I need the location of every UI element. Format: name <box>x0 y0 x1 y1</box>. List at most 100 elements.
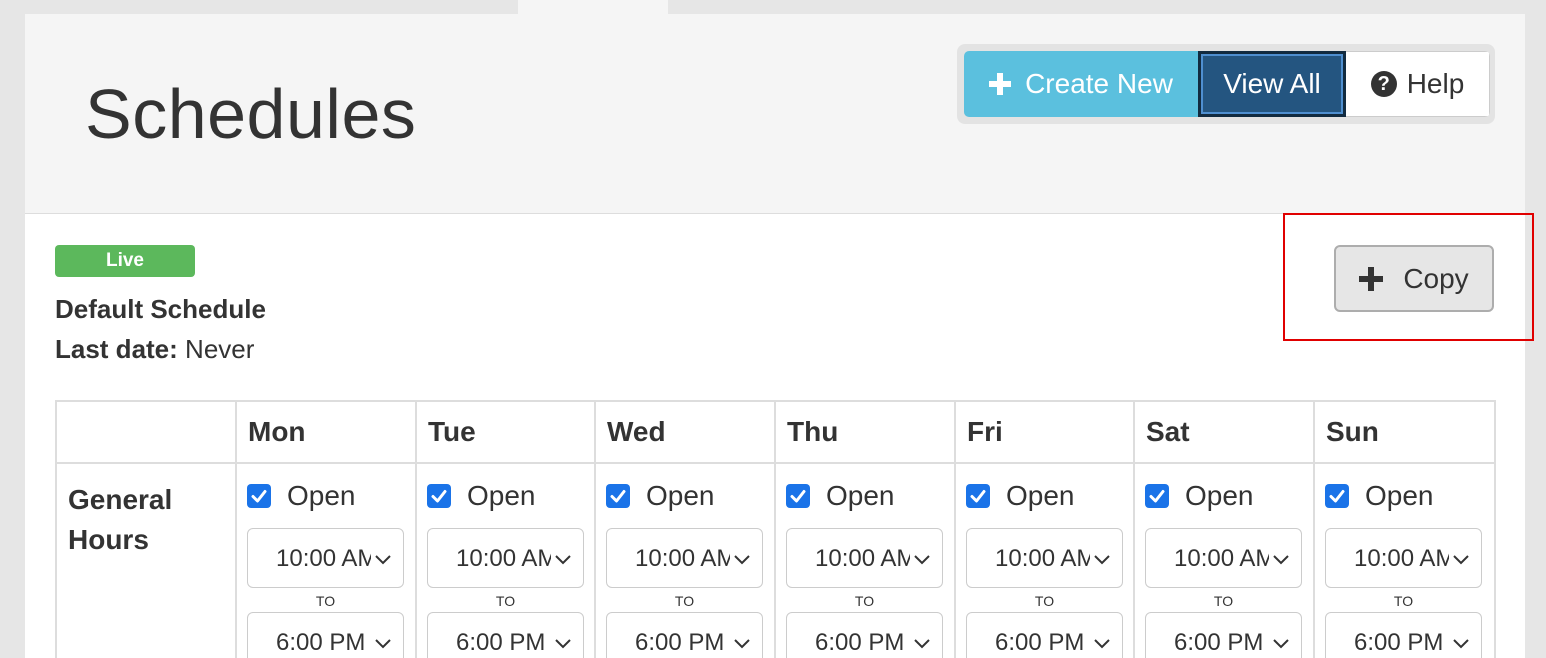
start-time-select[interactable]: 10:00 AM <box>786 528 943 588</box>
day-header: Sat <box>1133 400 1315 464</box>
end-time-select[interactable]: 6:00 PM <box>1145 612 1302 658</box>
open-label: Open <box>1185 480 1254 511</box>
end-time-value: 6:00 PM <box>995 629 1085 656</box>
open-label: Open <box>646 480 715 511</box>
day-cell: Open 10:00 AM TO 6:00 PM <box>954 462 1135 658</box>
open-toggle[interactable]: Open <box>427 480 584 512</box>
checkmark-icon[interactable] <box>606 484 630 508</box>
checkmark-icon[interactable] <box>1325 484 1349 508</box>
start-time-value: 10:00 AM <box>1354 545 1449 572</box>
day-cell: Open 10:00 AM TO 6:00 PM <box>1313 462 1496 658</box>
start-time-value: 10:00 AM <box>815 545 910 572</box>
start-time-select[interactable]: 10:00 AM <box>1145 528 1302 588</box>
open-toggle[interactable]: Open <box>1145 480 1303 512</box>
day-header: Mon <box>235 400 417 464</box>
end-time-select[interactable]: 6:00 PM <box>606 612 763 658</box>
end-time-value: 6:00 PM <box>635 629 725 656</box>
open-label: Open <box>1006 480 1075 511</box>
end-time-value: 6:00 PM <box>456 629 546 656</box>
chevron-down-icon <box>1273 555 1289 565</box>
plus-icon <box>989 73 1012 95</box>
chevron-down-icon <box>1094 555 1110 565</box>
corner-header <box>55 400 237 464</box>
start-time-value: 10:00 AM <box>456 545 551 572</box>
schedules-panel: Schedules Create New View All ? Help Liv… <box>25 14 1534 658</box>
open-label: Open <box>467 480 536 511</box>
toolbar-button-group: Create New View All ? Help <box>964 51 1490 117</box>
chevron-down-icon <box>914 555 930 565</box>
schedule-name: Default Schedule <box>55 294 266 324</box>
to-label: TO <box>315 593 336 609</box>
day-header: Tue <box>415 400 596 464</box>
to-label: TO <box>1034 593 1055 609</box>
checkmark-icon[interactable] <box>966 484 990 508</box>
chevron-down-icon <box>375 555 391 565</box>
open-label: Open <box>1365 480 1434 511</box>
create-new-button[interactable]: Create New <box>964 51 1198 117</box>
day-cell: Open 10:00 AM TO 6:00 PM <box>774 462 956 658</box>
help-label: Help <box>1406 68 1465 99</box>
day-cell: Open 10:00 AM TO 6:00 PM <box>594 462 776 658</box>
checkmark-icon[interactable] <box>786 484 810 508</box>
to-label: TO <box>854 593 875 609</box>
chevron-down-icon <box>1453 555 1469 565</box>
open-toggle[interactable]: Open <box>966 480 1123 512</box>
chevron-down-icon <box>1094 639 1110 649</box>
status-badge: Live <box>55 245 195 277</box>
start-time-select[interactable]: 10:00 AM <box>247 528 404 588</box>
day-cell: Open 10:00 AM TO 6:00 PM <box>235 462 417 658</box>
start-time-select[interactable]: 10:00 AM <box>427 528 584 588</box>
start-time-select[interactable]: 10:00 AM <box>606 528 763 588</box>
start-time-select[interactable]: 10:00 AM <box>1325 528 1482 588</box>
start-time-select[interactable]: 10:00 AM <box>966 528 1123 588</box>
chevron-down-icon <box>1273 639 1289 649</box>
chevron-down-icon <box>375 639 391 649</box>
checkmark-icon[interactable] <box>247 484 271 508</box>
checkmark-icon[interactable] <box>1145 484 1169 508</box>
end-time-select[interactable]: 6:00 PM <box>247 612 404 658</box>
open-toggle[interactable]: Open <box>247 480 405 512</box>
page-header: Schedules Create New View All ? Help <box>25 14 1525 214</box>
day-header: Wed <box>594 400 776 464</box>
schedule-table: Mon Tue Wed Thu Fri Sat Sun General Hour… <box>55 400 1496 658</box>
last-date-value: Never <box>185 334 255 364</box>
chevron-down-icon <box>734 555 750 565</box>
to-label: TO <box>1393 593 1414 609</box>
chevron-down-icon <box>555 555 571 565</box>
end-time-value: 6:00 PM <box>815 629 905 656</box>
day-header: Thu <box>774 400 956 464</box>
open-toggle[interactable]: Open <box>1325 480 1484 512</box>
view-all-button[interactable]: View All <box>1198 51 1346 117</box>
start-time-value: 10:00 AM <box>635 545 730 572</box>
copy-button[interactable]: Copy <box>1334 245 1494 312</box>
view-all-label: View All <box>1223 68 1321 99</box>
end-time-value: 6:00 PM <box>1174 629 1264 656</box>
day-header: Sun <box>1313 400 1496 464</box>
start-time-value: 10:00 AM <box>995 545 1090 572</box>
open-toggle[interactable]: Open <box>786 480 944 512</box>
day-cell: Open 10:00 AM TO 6:00 PM <box>1133 462 1315 658</box>
to-label: TO <box>1213 593 1234 609</box>
end-time-select[interactable]: 6:00 PM <box>1325 612 1482 658</box>
tab-notch <box>518 0 668 14</box>
last-date: Last date: Never <box>55 334 254 365</box>
chevron-down-icon <box>734 639 750 649</box>
end-time-value: 6:00 PM <box>276 629 366 656</box>
chevron-down-icon <box>914 639 930 649</box>
to-label: TO <box>495 593 516 609</box>
checkmark-icon[interactable] <box>427 484 451 508</box>
last-date-label: Last date: <box>55 334 178 364</box>
open-toggle[interactable]: Open <box>606 480 764 512</box>
start-time-value: 10:00 AM <box>1174 545 1269 572</box>
help-button[interactable]: ? Help <box>1346 51 1490 117</box>
to-label: TO <box>674 593 695 609</box>
copy-label: Copy <box>1403 262 1469 294</box>
end-time-select[interactable]: 6:00 PM <box>786 612 943 658</box>
day-cell: Open 10:00 AM TO 6:00 PM <box>415 462 596 658</box>
open-label: Open <box>826 480 895 511</box>
create-new-label: Create New <box>1025 68 1173 99</box>
row-label-line: General <box>68 484 173 515</box>
toolbar: Create New View All ? Help <box>957 44 1495 124</box>
end-time-select[interactable]: 6:00 PM <box>966 612 1123 658</box>
end-time-select[interactable]: 6:00 PM <box>427 612 584 658</box>
